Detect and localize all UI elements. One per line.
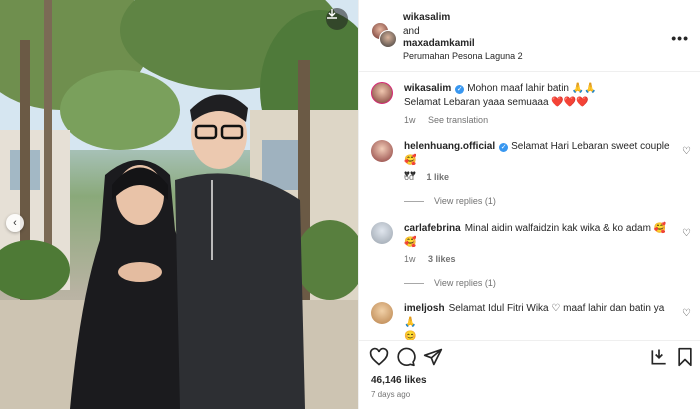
post-photo[interactable]: ‹ (0, 0, 358, 409)
header-and-text: and (403, 26, 420, 37)
post-panel: wikasalim and maxadamkamil Perumahan Pes… (358, 0, 700, 409)
post-date[interactable]: 7 days ago (371, 390, 410, 399)
header-username-1[interactable]: wikasalim (403, 12, 450, 23)
caption-time: 1w (404, 115, 416, 125)
comment-username[interactable]: helenhuang.official (404, 141, 495, 152)
collab-avatars[interactable] (371, 22, 397, 48)
avatar[interactable] (371, 302, 393, 324)
comment-likes[interactable]: 1 like (427, 172, 450, 182)
avatar[interactable] (371, 222, 393, 244)
photo-illustration (0, 0, 358, 409)
download-glyph (327, 9, 337, 19)
like-heart-icon[interactable] (369, 347, 389, 367)
like-heart-icon[interactable]: ♡ (682, 228, 691, 239)
comment-username[interactable]: carlafebrina (404, 223, 461, 234)
divider (404, 200, 424, 202)
divider (404, 282, 424, 284)
action-bar: 46,146 likes 7 days ago (359, 340, 700, 409)
comment-item: helenhuang.official ✓ Selamat Hari Lebaran… (359, 138, 700, 208)
see-translation-link[interactable]: See translation (428, 115, 488, 125)
view-replies-link[interactable]: View replies (1) (404, 196, 496, 206)
comment-time: 1w (404, 254, 416, 264)
caption: wikasalim ✓ Mohon maaf lahir batin 🙏🙏 Sela… (359, 82, 700, 134)
chevron-left-icon[interactable]: ‹ (6, 214, 24, 232)
caption-line1: Mohon maaf lahir batin 🙏🙏 (467, 83, 597, 94)
caption-line2: Selamat Lebaran yaaa semuaaa ❤️❤️❤️ (404, 97, 589, 108)
verified-badge-icon: ✓ (499, 143, 509, 152)
comment-username[interactable]: imeljosh (404, 303, 445, 314)
add-to-feed-icon[interactable] (649, 347, 669, 367)
comment-item: carlafebrina Minal aidin walfaidzin kak w… (359, 220, 700, 290)
avatar (379, 30, 397, 48)
view-replies-label: View replies (1) (434, 196, 496, 206)
like-heart-icon[interactable]: ♡ (682, 308, 691, 319)
caption-username[interactable]: wikasalim (404, 83, 451, 94)
comment-likes[interactable]: 3 likes (428, 254, 456, 264)
view-replies-label: View replies (1) (434, 278, 496, 288)
view-replies-link[interactable]: View replies (1) (404, 278, 496, 288)
likes-count[interactable]: 46,146 likes (371, 375, 427, 386)
verified-badge-icon: ✓ (455, 85, 465, 94)
comment-text-2: 😊 (404, 331, 417, 340)
bookmark-icon[interactable] (675, 347, 695, 367)
header-username-2[interactable]: maxadamkamil (403, 38, 475, 49)
comments-list[interactable]: wikasalim ✓ Mohon maaf lahir batin 🙏🙏 Sela… (359, 72, 700, 340)
avatar[interactable] (371, 82, 393, 104)
share-icon[interactable] (423, 347, 443, 367)
download-icon[interactable] (326, 8, 348, 30)
like-heart-icon[interactable]: ♡ (682, 146, 691, 157)
more-options-icon[interactable]: ••• (671, 30, 689, 46)
post-header: wikasalim and maxadamkamil Perumahan Pes… (359, 0, 700, 72)
comment-time: 6d (404, 172, 415, 182)
comment-icon[interactable] (396, 347, 416, 367)
comment-item: imeljosh Selamat Idul Fitri Wika ♡ maaf l… (359, 302, 700, 340)
header-location[interactable]: Perumahan Pesona Laguna 2 (403, 51, 523, 61)
avatar[interactable] (371, 140, 393, 162)
